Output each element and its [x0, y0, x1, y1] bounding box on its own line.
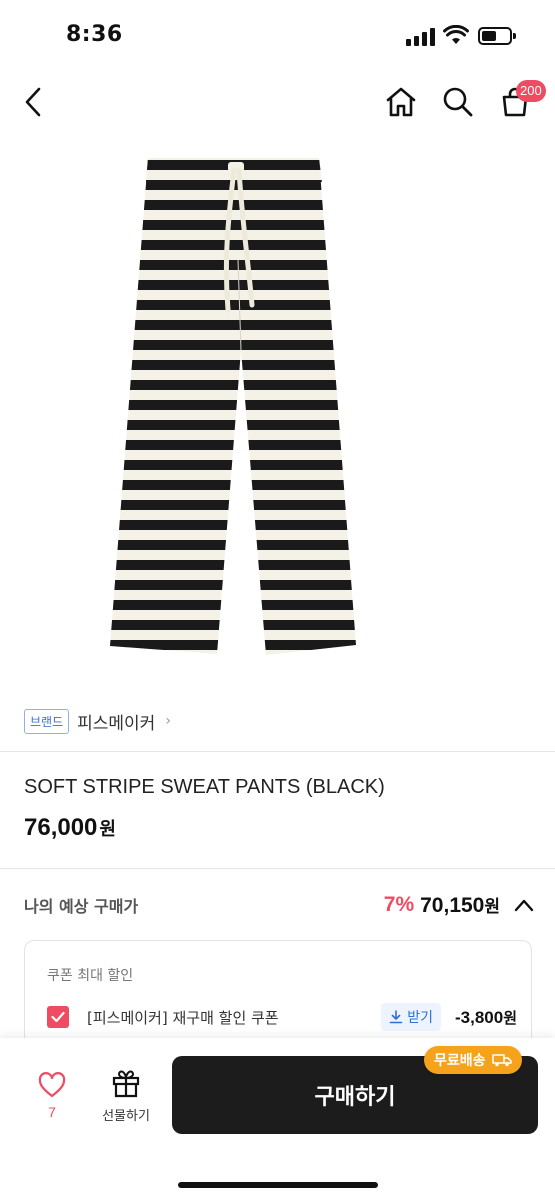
product-price: 76,000 원 — [24, 814, 116, 842]
like-count: 7 — [48, 1104, 56, 1120]
coupon-download-label: 받기 — [407, 1010, 433, 1026]
home-icon — [386, 87, 416, 117]
gift-button[interactable]: 선물하기 — [90, 1068, 162, 1132]
cart-count-badge: 200 — [516, 80, 546, 102]
bottom-action-bar: 7 선물하기 구매하기 무료배송 — [0, 1038, 555, 1200]
gift-label: 선물하기 — [102, 1109, 150, 1124]
back-button[interactable] — [16, 84, 52, 120]
coupon-download-button[interactable]: 받기 — [381, 1003, 441, 1031]
coupon-checkbox[interactable] — [47, 1006, 69, 1028]
search-icon — [443, 87, 473, 117]
coupon-name: [피스메이커] 재구매 할인 쿠폰 — [87, 1008, 279, 1027]
product-name: SOFT STRIPE SWEAT PANTS (BLACK) — [24, 776, 385, 798]
price-value: 76,000 — [24, 814, 98, 841]
expected-price-value: 70,150 — [420, 894, 485, 917]
battery-icon — [478, 27, 516, 45]
home-indicator — [178, 1182, 378, 1188]
divider — [0, 751, 555, 752]
striped-pants-image — [109, 158, 356, 655]
coupon-title: 쿠폰 최대 할인 — [47, 968, 134, 984]
wifi-icon — [443, 25, 469, 44]
free-shipping-label: 무료배송 — [434, 1053, 486, 1069]
product-image[interactable] — [0, 140, 555, 680]
like-button[interactable]: 7 — [30, 1072, 74, 1132]
heart-icon — [38, 1072, 66, 1098]
chevron-right-icon: › — [165, 713, 171, 729]
brand-tag: 브랜드 — [24, 708, 70, 734]
expected-price-currency: 원 — [484, 897, 500, 917]
coupon-amount-currency: 원 — [503, 1008, 517, 1027]
gift-icon — [112, 1070, 140, 1098]
expected-price-label: 나의 예상 구매가 — [24, 897, 139, 916]
coupon-amount: -3,800원 — [455, 1007, 517, 1028]
cellular-signal-icon — [406, 28, 436, 46]
discount-rate: 7% — [383, 893, 415, 916]
download-icon — [389, 1010, 403, 1024]
status-time: 8:36 — [66, 22, 123, 47]
search-button[interactable] — [440, 84, 476, 120]
check-icon — [51, 1011, 65, 1023]
brand-link[interactable]: 브랜드 피스메이커 › — [24, 706, 171, 736]
divider — [0, 868, 555, 869]
status-bar: 8:36 — [0, 0, 555, 72]
price-currency: 원 — [99, 819, 116, 840]
truck-icon — [491, 1054, 512, 1067]
top-nav — [0, 72, 555, 132]
expected-price-toggle[interactable]: 나의 예상 구매가 7% 70,150원 — [24, 890, 534, 920]
expected-price: 70,150원 — [420, 892, 500, 918]
back-icon — [25, 87, 41, 117]
coupon-item: [피스메이커] 재구매 할인 쿠폰 받기 -3,800원 — [47, 1001, 517, 1033]
home-button[interactable] — [383, 84, 419, 120]
coupon-amount-value: -3,800 — [454, 1007, 504, 1027]
chevron-up-icon — [514, 899, 534, 912]
free-shipping-badge: 무료배송 — [424, 1046, 522, 1074]
brand-name: 피스메이커 — [77, 713, 156, 734]
